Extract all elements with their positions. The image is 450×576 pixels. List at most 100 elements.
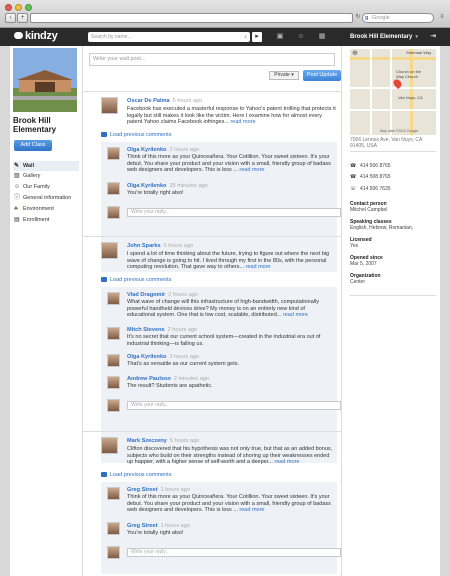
contact-value: Mitchel Campbel: [350, 207, 388, 213]
school-name: Brook Hill Elementary: [13, 116, 57, 134]
read-more-link[interactable]: read more: [274, 459, 299, 465]
comment-time: 2 hours ago: [167, 327, 198, 333]
privacy-select[interactable]: Private ▾: [269, 71, 299, 80]
address-bar[interactable]: [30, 13, 353, 23]
avatar[interactable]: [107, 487, 120, 500]
bookmarks-icon[interactable]: ≡: [438, 13, 446, 23]
add-tab-icon[interactable]: +: [17, 13, 28, 23]
comment-author[interactable]: Greg Street 1 hours ago: [127, 523, 190, 529]
comment-author[interactable]: Olga Kyrilenko 2 hours ago: [127, 354, 199, 360]
maximize-window-icon[interactable]: [25, 4, 32, 11]
search-icon[interactable]: ⌕: [244, 32, 247, 42]
post-text: I spend a lot of time thinking about the…: [127, 251, 337, 271]
comment-author[interactable]: Mitch Stevens 2 hours ago: [127, 327, 197, 333]
avatar[interactable]: [107, 206, 120, 219]
load-previous-comments[interactable]: Load previous comments: [101, 277, 171, 283]
photo-icon: ▨: [14, 173, 20, 179]
address: 7006 Lennox Ave, Van Nuys, CA 91405, USA: [350, 137, 423, 149]
load-previous-comments[interactable]: Load previous comments: [101, 472, 171, 478]
read-more-link[interactable]: read more: [283, 312, 308, 318]
comment-text: The result? Students are apathetic.: [127, 383, 213, 389]
people-search-input[interactable]: Search by name... ⌕: [88, 32, 250, 42]
tree-icon: ♣: [14, 206, 18, 212]
close-window-icon[interactable]: [5, 4, 12, 11]
reload-icon[interactable]: ↻: [355, 13, 361, 23]
post-author[interactable]: Mark Szeczeny 5 hours ago: [127, 438, 199, 444]
post-text: Facebook has executed a masterful respon…: [127, 106, 337, 126]
post-author[interactable]: Oscar De Palma 5 hours ago: [127, 98, 202, 104]
browser-search-field[interactable]: g Google: [362, 13, 434, 23]
comment-text: What wave of change will this infrastruc…: [127, 299, 332, 319]
comment-time: 35 minutes ago: [169, 183, 208, 189]
post-text: Clifton discovered that his hypothesis w…: [127, 446, 337, 466]
add-class-button[interactable]: Add Class: [14, 140, 52, 151]
comment-author[interactable]: Olga Kyrilenko 2 hours ago: [127, 147, 199, 153]
comment-time: 2 hours ago: [168, 292, 198, 298]
calendar-icon[interactable]: ▦: [317, 32, 327, 42]
avatar[interactable]: [107, 546, 120, 559]
read-more-link[interactable]: read more: [239, 507, 264, 513]
location-map[interactable]: Sherman Way Church on the Way Church Van…: [350, 49, 436, 135]
avatar[interactable]: [101, 437, 118, 454]
avatar[interactable]: [107, 399, 120, 412]
read-more-link[interactable]: read more: [246, 264, 271, 270]
reply-input[interactable]: Write your reply...: [127, 208, 341, 217]
read-more-link[interactable]: read more: [239, 167, 264, 173]
chevron-down-icon: ▾: [291, 72, 294, 78]
document-icon: ▤: [14, 217, 20, 223]
search-go-icon[interactable]: ▸: [252, 32, 262, 42]
comment-author[interactable]: Olga Kyrilenko 35 minutes ago: [127, 183, 208, 189]
avatar[interactable]: [107, 182, 120, 195]
info-icon: ⓘ: [14, 195, 21, 201]
comment-author[interactable]: Andrew Paulson 2 minutes ago: [127, 376, 209, 382]
sidebar-item-environment[interactable]: ♣ Environment: [13, 204, 79, 214]
reply-input[interactable]: Write your reply...: [127, 401, 341, 410]
app-logo[interactable]: kindzy: [14, 30, 58, 42]
post-body: Clifton discovered that his hypothesis w…: [127, 446, 333, 465]
load-previous-label: Load previous comments: [110, 277, 172, 283]
zoom-icon[interactable]: ⊕: [352, 50, 358, 57]
sidebar-item-label: Our Family: [23, 184, 50, 190]
chevron-down-icon: ▾: [415, 34, 418, 40]
map-label: Van Nuys, CA: [398, 95, 423, 100]
comment-author[interactable]: Vlad Dragomir 2 hours ago: [127, 292, 198, 298]
avatar[interactable]: [107, 147, 120, 160]
load-previous-comments[interactable]: Load previous comments: [101, 132, 171, 138]
cloud-logo-icon: [14, 31, 23, 39]
avatar[interactable]: [107, 354, 120, 367]
logo-text: kindzy: [25, 30, 58, 42]
sidebar-item-general-information[interactable]: ⓘ General information: [13, 193, 79, 203]
avatar[interactable]: [107, 292, 120, 305]
sidebar-item-our-family[interactable]: ☺ Our Family: [13, 182, 79, 192]
browser-search-placeholder: Google: [372, 15, 390, 21]
sidebar-item-enrollment[interactable]: ▤ Enrollment: [13, 215, 79, 225]
sidebar-item-label: Wall: [23, 163, 35, 169]
main-content: Brook Hill Elementary Add Class ✎ Wall ▨ G…: [10, 46, 440, 576]
sidebar-item-wall[interactable]: ✎ Wall: [13, 161, 79, 171]
minimize-window-icon[interactable]: [15, 4, 22, 11]
back-icon[interactable]: ‹: [5, 13, 16, 23]
logout-icon[interactable]: ⇥: [428, 32, 438, 42]
avatar[interactable]: [101, 97, 118, 114]
reply-input[interactable]: Write your reply...: [127, 548, 341, 557]
comment-author[interactable]: Greg Street 1 hours ago: [127, 487, 190, 493]
post-time: 5 hours ago: [169, 438, 200, 444]
map-label: Sherman Way: [406, 50, 432, 55]
post-time: 5 hours ago: [172, 98, 203, 104]
phone-value: 414 508 8765: [360, 174, 391, 180]
avatar[interactable]: [107, 327, 120, 340]
people-icon[interactable]: ☺: [296, 32, 306, 42]
read-more-link[interactable]: read more: [230, 119, 255, 125]
wall-post-input[interactable]: Write your wall post...: [89, 53, 335, 66]
post-author[interactable]: John Sparks 5 hours ago: [127, 243, 193, 249]
avatar[interactable]: [107, 522, 120, 535]
sidebar-item-label: Gallery: [23, 173, 41, 179]
sidebar-item-gallery[interactable]: ▨ Gallery: [13, 171, 79, 181]
avatar[interactable]: [107, 376, 120, 389]
load-previous-label: Load previous comments: [110, 132, 172, 138]
messages-icon[interactable]: ▣: [275, 32, 285, 42]
avatar[interactable]: [101, 242, 118, 259]
post-update-button[interactable]: Post Update: [303, 70, 341, 81]
school-switcher[interactable]: Brook Hill Elementary ▾: [350, 32, 418, 42]
comment-text: That's as versatile as our current syste…: [127, 361, 240, 367]
